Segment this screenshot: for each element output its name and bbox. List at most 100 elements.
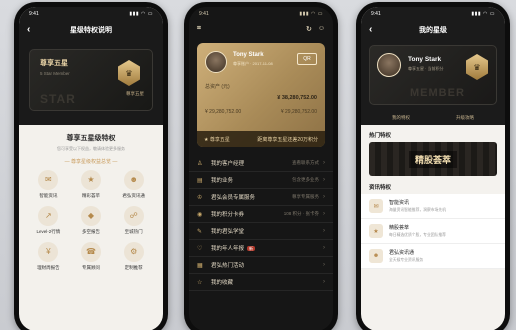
screen-star-privilege: 9:41 ▮▮▮ ◠ ▭ ‹ 星级特权说明 尊享五星 5 Star Member…: [19, 7, 163, 330]
nav-bar: ⌗ ↻ ☺: [189, 21, 333, 39]
menu-label: 我的客户经理: [211, 161, 245, 167]
business-icon: ▤: [197, 177, 203, 184]
message-icon[interactable]: ☺: [318, 25, 325, 33]
chevron-right-icon: ›: [323, 245, 325, 251]
grid-item[interactable]: ☍ 至城热门: [112, 205, 155, 235]
signal-icon: ▮▮▮ ◠ ▭: [471, 11, 495, 17]
menu-item-points[interactable]: ◉ 我的积分卡券 108 积分 · 张卡券 ›: [189, 206, 333, 223]
level-hint: 距离尊享五星还差20万积分: [257, 136, 318, 143]
avatar[interactable]: [377, 53, 401, 77]
asset-label-row: 总资产 (元): [205, 83, 317, 90]
list-item[interactable]: ✉ 智能资讯 海量资讯智能推荐，洞察市场先机: [361, 194, 505, 219]
crown-badge-icon: ♛: [466, 54, 488, 80]
manager-icon: ♙: [197, 160, 203, 167]
menu-item-manager[interactable]: ♙ 我的客户经理 查看联系方式 ›: [189, 155, 333, 172]
nav-bar: ‹ 我的星级: [361, 21, 505, 39]
asset-value-row: ¥ 38,280,752.00: [205, 95, 317, 101]
account-menu: ♙ 我的客户经理 查看联系方式 › ▤ 我的业务 包含更多业务 › ♔ 君弘会员专属服务 尊享专…: [189, 155, 333, 291]
service-icon: ☎: [80, 241, 101, 262]
grid-item[interactable]: ¥ 理财周报告: [27, 241, 70, 271]
avatar[interactable]: [205, 51, 227, 73]
back-icon[interactable]: ‹: [27, 24, 30, 35]
grid-item[interactable]: ⚙ 定制推荐: [112, 241, 155, 271]
scan-icon[interactable]: ⌗: [197, 25, 201, 33]
menu-item-school[interactable]: ✎ 我的君弘学堂 ›: [189, 223, 333, 240]
chat-icon: ☻: [123, 169, 144, 190]
menu-item-report[interactable]: ♡ 我的年人年报新 ›: [189, 240, 333, 257]
list-item-desc: 每日精选优质个股，专业团队推荐: [389, 233, 446, 237]
status-time: 9:41: [29, 11, 39, 17]
grid-item[interactable]: ↗ Level-2行情: [27, 205, 70, 235]
points-icon: ◉: [197, 211, 203, 218]
list-item-title: 君弘资讯通: [389, 250, 415, 256]
level-label: ★ 尊享五星: [204, 136, 230, 143]
user-name: Tony Stark: [233, 52, 264, 58]
hot-section-title: 热门特权: [369, 133, 392, 139]
menu-label: 我的业务: [211, 178, 234, 184]
screen-my-star: 9:41 ▮▮▮ ◠ ▭ ‹ 我的星级 Tony Stark 尊享五星 · 当前…: [361, 7, 505, 330]
privilege-body: 尊享五星级特权 您可享受以下权益，敬请体验更多服务 — 尊享星级权益总览 — ✉…: [19, 125, 163, 279]
analysis-icon: ☍: [123, 205, 144, 226]
grid-item[interactable]: ◆ 多空报告: [70, 205, 113, 235]
menu-item-activity[interactable]: ▦ 君弘热门活动 ›: [189, 257, 333, 274]
shield-icon: ◆: [80, 205, 101, 226]
asset-value: ¥ 38,280,752.00: [277, 95, 317, 101]
grid-item[interactable]: ☎ 专属顾问: [70, 241, 113, 271]
card-watermark: MEMBER: [410, 87, 465, 99]
list-item[interactable]: ★ 精股荟萃 每日精选优质个股，专业团队推荐: [361, 219, 505, 244]
tab-privilege[interactable]: 我的特权: [392, 115, 410, 121]
menu-item-vip[interactable]: ♔ 君弘会员专属服务 尊享专属服务 ›: [189, 189, 333, 206]
favorite-icon: ☆: [197, 279, 203, 286]
promo-banner[interactable]: 精股荟萃: [369, 142, 497, 176]
privilege-list: ✉ 智能资讯 海量资讯智能推荐，洞察市场先机 ★ 精股荟萃 每日精选优质个股，专…: [361, 194, 505, 269]
tab-upgrade[interactable]: 升级攻略: [456, 115, 474, 121]
stock-icon: ★: [369, 224, 383, 238]
phone-star-privilege: 9:41 ▮▮▮ ◠ ▭ ‹ 星级特权说明 尊享五星 5 Star Member…: [14, 2, 168, 330]
user-sub: 尊享账户 · 2017-11-08: [233, 61, 273, 66]
sub-asset-row: ¥ 29,280,752.00 ¥ 29,280,752.00: [205, 109, 317, 115]
list-item-text: 智能资讯 海量资讯智能推荐，洞察市场先机: [389, 199, 497, 213]
card-watermark: STAR: [40, 92, 76, 106]
list-item-text: 君弘资讯通 全天候专业资讯服务: [389, 249, 497, 263]
page-title: 我的星级: [419, 27, 447, 34]
menu-item-business[interactable]: ▤ 我的业务 包含更多业务 ›: [189, 172, 333, 189]
qr-icon[interactable]: QR: [297, 53, 317, 65]
page-title: 星级特权说明: [70, 27, 112, 34]
school-icon: ✎: [197, 228, 203, 235]
menu-right: 查看联系方式: [292, 160, 319, 165]
member-card[interactable]: Tony Stark 尊享五星 · 当前积分 MEMBER ♛: [369, 45, 497, 105]
menu-label: 君弘热门活动: [211, 263, 245, 269]
member-card[interactable]: 尊享五星 5 Star Member STAR ♛ 尊享五星: [29, 49, 153, 111]
grid-item[interactable]: ☻ 君弘资讯通: [112, 169, 155, 199]
vip-icon: ♔: [197, 194, 203, 201]
banner-text: 精股荟萃: [408, 150, 457, 168]
menu-right: 108 积分 · 张卡券: [283, 211, 319, 216]
refresh-icon[interactable]: ↻: [306, 25, 312, 33]
signal-icon: ▮▮▮ ◠ ▭: [129, 11, 153, 17]
grid-label: 理财周报告: [37, 264, 60, 270]
back-icon[interactable]: ‹: [369, 24, 372, 35]
asset-card[interactable]: Tony Stark 尊享账户 · 2017-11-08 QR 总资产 (元) …: [197, 43, 325, 147]
badge-caption: 尊享五星: [126, 91, 144, 96]
list-item[interactable]: ☻ 君弘资讯通 全天候专业资讯服务: [361, 244, 505, 269]
list-item-desc: 海量资讯智能推荐，洞察市场先机: [389, 208, 446, 212]
grid-label: 智能资讯: [39, 192, 58, 198]
menu-item-favorite[interactable]: ☆ 我的收藏 ›: [189, 274, 333, 291]
status-time: 9:41: [371, 11, 381, 17]
report-icon: ♡: [197, 245, 203, 252]
grid-item[interactable]: ★ 精彩荟萃: [70, 169, 113, 199]
list-item-text: 精股荟萃 每日精选优质个股，专业团队推荐: [389, 224, 497, 238]
sub-asset-left: ¥ 29,280,752.00: [205, 109, 242, 115]
user-name: Tony Stark: [408, 56, 442, 63]
signal-icon: ▮▮▮ ◠ ▭: [299, 11, 323, 17]
nav-actions: ↻ ☺: [306, 25, 325, 33]
grid-item[interactable]: ✉ 智能资讯: [27, 169, 70, 199]
chevron-right-icon: ›: [323, 211, 325, 217]
level-bar[interactable]: ★ 尊享五星 距离尊享五星还差20万积分: [197, 131, 325, 147]
status-time: 9:41: [199, 11, 209, 17]
status-bar: 9:41 ▮▮▮ ◠ ▭: [361, 7, 505, 21]
chevron-right-icon: ›: [323, 228, 325, 234]
status-bar: 9:41 ▮▮▮ ◠ ▭: [19, 7, 163, 21]
chevron-right-icon: ›: [323, 160, 325, 166]
menu-label: 我的君弘学堂: [211, 229, 245, 235]
